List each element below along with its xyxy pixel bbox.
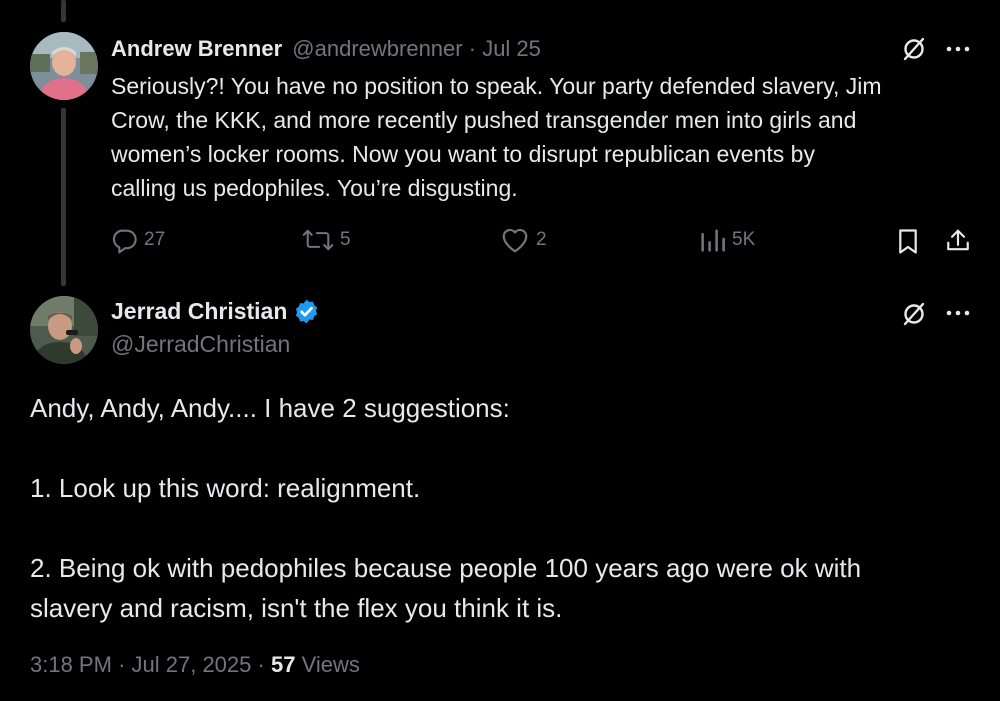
avatar-jerrad[interactable]	[30, 296, 98, 364]
reply-text-line: Crow, the KKK, and more recently pushed …	[111, 107, 857, 133]
meta-separator-dot: ·	[118, 652, 132, 677]
tweet-meta: 3:18 PM · Jul 27, 2025 · 57 Views	[30, 652, 360, 678]
reply-header: Andrew Brenner @andrewbrenner · Jul 25	[111, 36, 541, 62]
reply-text-line: women’s locker rooms. Now you want to di…	[111, 141, 815, 167]
verified-badge-icon[interactable]	[293, 298, 320, 325]
reply-text: Seriously?! You have no position to spea…	[111, 69, 882, 205]
reply-icon	[112, 229, 137, 254]
tweet-time[interactable]: 3:18 PM	[30, 652, 112, 677]
reply-count: 27	[144, 229, 166, 250]
reply-author-name[interactable]: Andrew Brenner	[111, 36, 282, 61]
repost-icon	[302, 229, 334, 251]
repost-action-button[interactable]: 5	[302, 226, 351, 254]
share-icon[interactable]	[943, 225, 973, 255]
grok-icon[interactable]	[900, 35, 928, 63]
main-text-line	[30, 508, 861, 548]
like-action-button[interactable]: 2	[500, 226, 547, 254]
grok-icon[interactable]	[900, 300, 928, 328]
main-text-line: 2. Being ok with pedophiles because peop…	[30, 553, 862, 583]
views-icon	[701, 229, 725, 252]
main-author-row: Jerrad Christian	[111, 298, 320, 325]
main-tweet-text: Andy, Andy, Andy.... I have 2 suggestion…	[30, 388, 861, 628]
main-text-line	[30, 428, 861, 468]
tweet-date[interactable]: Jul 27, 2025	[132, 652, 252, 677]
main-author-handle[interactable]: @JerradChristian	[111, 331, 290, 358]
views-action-button[interactable]: 5K	[700, 226, 755, 254]
more-icon[interactable]	[944, 302, 972, 324]
main-text-line: slavery and racism, isn't the flex you t…	[30, 593, 563, 623]
reply-action-button[interactable]: 27	[110, 226, 165, 254]
thread-line-middle	[61, 108, 66, 286]
like-icon	[502, 228, 528, 253]
reply-date[interactable]: Jul 25	[482, 36, 541, 61]
views-label: Views	[301, 652, 360, 677]
repost-count: 5	[340, 229, 351, 250]
avatar-andrew[interactable]	[30, 32, 98, 100]
reply-text-line: calling us pedophiles. You’re disgusting…	[111, 175, 518, 201]
views-total-count[interactable]: 57	[271, 652, 295, 677]
like-count: 2	[536, 229, 547, 250]
reply-separator-dot: ·	[468, 36, 483, 61]
main-text-line: Andy, Andy, Andy.... I have 2 suggestion…	[30, 393, 510, 423]
meta-separator-dot: ·	[257, 652, 271, 677]
bookmark-icon[interactable]	[894, 226, 922, 256]
reply-text-line: Seriously?! You have no position to spea…	[111, 73, 882, 99]
more-icon[interactable]	[944, 38, 972, 60]
thread-line-top	[61, 0, 66, 22]
main-text-line: 1. Look up this word: realignment.	[30, 473, 421, 503]
views-count: 5K	[732, 229, 756, 250]
main-author-name[interactable]: Jerrad Christian	[111, 298, 287, 325]
reply-author-handle[interactable]: @andrewbrenner	[292, 36, 462, 61]
